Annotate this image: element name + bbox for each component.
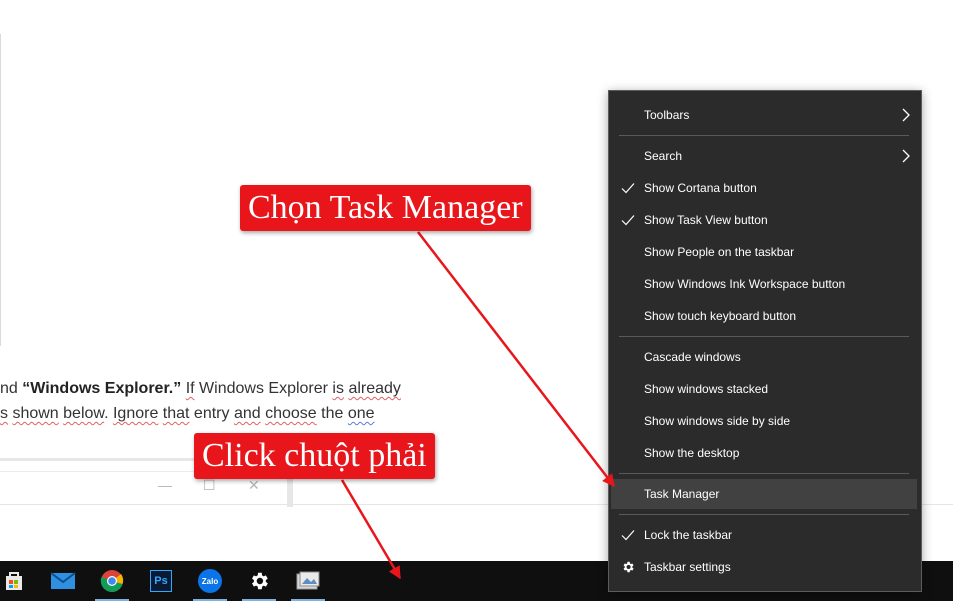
- text-fragment: Windows Explorer: [194, 380, 333, 397]
- menu-item-show-windows-ink[interactable]: Show Windows Ink Workspace button: [611, 270, 917, 298]
- text-fragment: .: [104, 405, 113, 422]
- bold-text: “Windows Explorer.”: [22, 380, 182, 397]
- menu-separator: [619, 135, 909, 136]
- callout-choose-task-manager: Chọn Task Manager: [240, 185, 531, 231]
- menu-item-show-the-desktop[interactable]: Show the desktop: [611, 439, 917, 467]
- taskbar-context-menu[interactable]: Toolbars Search Show Cortana button Show…: [608, 90, 922, 592]
- menu-item-task-manager[interactable]: Task Manager: [611, 479, 917, 509]
- menu-item-show-people[interactable]: Show People on the taskbar: [611, 238, 917, 266]
- arrow-to-task-manager: [417, 231, 615, 487]
- chrome-icon[interactable]: [92, 561, 132, 601]
- menu-item-label: Show Cortana button: [644, 181, 757, 195]
- menu-item-label: Show the desktop: [644, 446, 740, 460]
- text-fragment: and: [233, 405, 261, 422]
- store-icon[interactable]: [0, 561, 34, 601]
- minimize-icon: —: [158, 477, 172, 493]
- text-fragment: s: [0, 405, 8, 422]
- menu-item-lock-the-taskbar[interactable]: Lock the taskbar: [611, 521, 917, 549]
- text-fragment: the: [316, 405, 348, 422]
- close-icon: ✕: [248, 477, 260, 493]
- menu-item-show-windows-side-by-side[interactable]: Show windows side by side: [611, 407, 917, 435]
- menu-separator: [619, 514, 909, 515]
- menu-item-label: Show People on the taskbar: [644, 245, 795, 259]
- menu-separator: [619, 336, 909, 337]
- menu-separator: [619, 473, 909, 474]
- settings-gear-icon[interactable]: [239, 561, 279, 601]
- document-paragraph-line-1: nd “Windows Explorer.” If Windows Explor…: [0, 380, 401, 398]
- gear-icon: [623, 561, 634, 573]
- text-fragment: below: [63, 405, 105, 422]
- text-fragment: shown: [12, 405, 59, 422]
- menu-item-show-cortana-button[interactable]: Show Cortana button: [611, 174, 917, 202]
- menu-item-label: Show Windows Ink Workspace button: [644, 277, 846, 291]
- text-fragment: is: [332, 380, 344, 397]
- text-fragment: choose: [265, 405, 317, 422]
- menu-item-toolbars[interactable]: Toolbars: [611, 101, 917, 129]
- menu-item-cascade-windows[interactable]: Cascade windows: [611, 343, 917, 371]
- menu-item-label: Show Task View button: [644, 213, 768, 227]
- text-fragment: If: [185, 380, 195, 397]
- text-fragment: that: [162, 405, 190, 422]
- text-fragment: nd: [0, 380, 23, 397]
- text-fragment: Ignore: [112, 405, 159, 422]
- text-fragment: already: [348, 380, 401, 397]
- text-fragment: one: [347, 405, 375, 422]
- menu-item-label: Cascade windows: [644, 350, 741, 364]
- chevron-right-icon: [902, 108, 910, 122]
- menu-item-search[interactable]: Search: [611, 142, 917, 170]
- menu-item-show-windows-stacked[interactable]: Show windows stacked: [611, 375, 917, 403]
- menu-item-label: Show touch keyboard button: [644, 309, 797, 323]
- checkmark-icon: [621, 215, 635, 226]
- callout-right-click: Click chuột phải: [194, 433, 435, 479]
- menu-item-show-touch-keyboard[interactable]: Show touch keyboard button: [611, 302, 917, 330]
- menu-item-label: Search: [644, 149, 683, 163]
- menu-item-show-task-view-button[interactable]: Show Task View button: [611, 206, 917, 234]
- photoshop-icon[interactable]: Ps: [141, 561, 181, 601]
- photoshop-label: Ps: [150, 570, 172, 592]
- chevron-right-icon: [902, 149, 910, 163]
- menu-item-label: Lock the taskbar: [644, 528, 733, 542]
- photos-icon[interactable]: [288, 561, 328, 601]
- menu-item-label: Show windows side by side: [644, 414, 791, 428]
- checkmark-icon: [621, 183, 635, 194]
- mail-icon[interactable]: [43, 561, 83, 601]
- document-paragraph-line-2: s shown below. Ignore that entry and cho…: [0, 405, 375, 423]
- menu-item-taskbar-settings[interactable]: Taskbar settings: [611, 553, 917, 581]
- text-fragment: entry: [189, 405, 234, 422]
- menu-item-label: Show windows stacked: [644, 382, 769, 396]
- menu-item-label: Toolbars: [644, 108, 690, 122]
- zalo-icon[interactable]: Zalo: [190, 561, 230, 601]
- maximize-icon: ☐: [203, 477, 216, 493]
- menu-item-label: Taskbar settings: [644, 560, 731, 574]
- zalo-label: Zalo: [198, 569, 222, 593]
- checkmark-icon: [621, 530, 635, 541]
- document-margin-line: [0, 34, 1, 346]
- menu-item-label: Task Manager: [644, 487, 720, 501]
